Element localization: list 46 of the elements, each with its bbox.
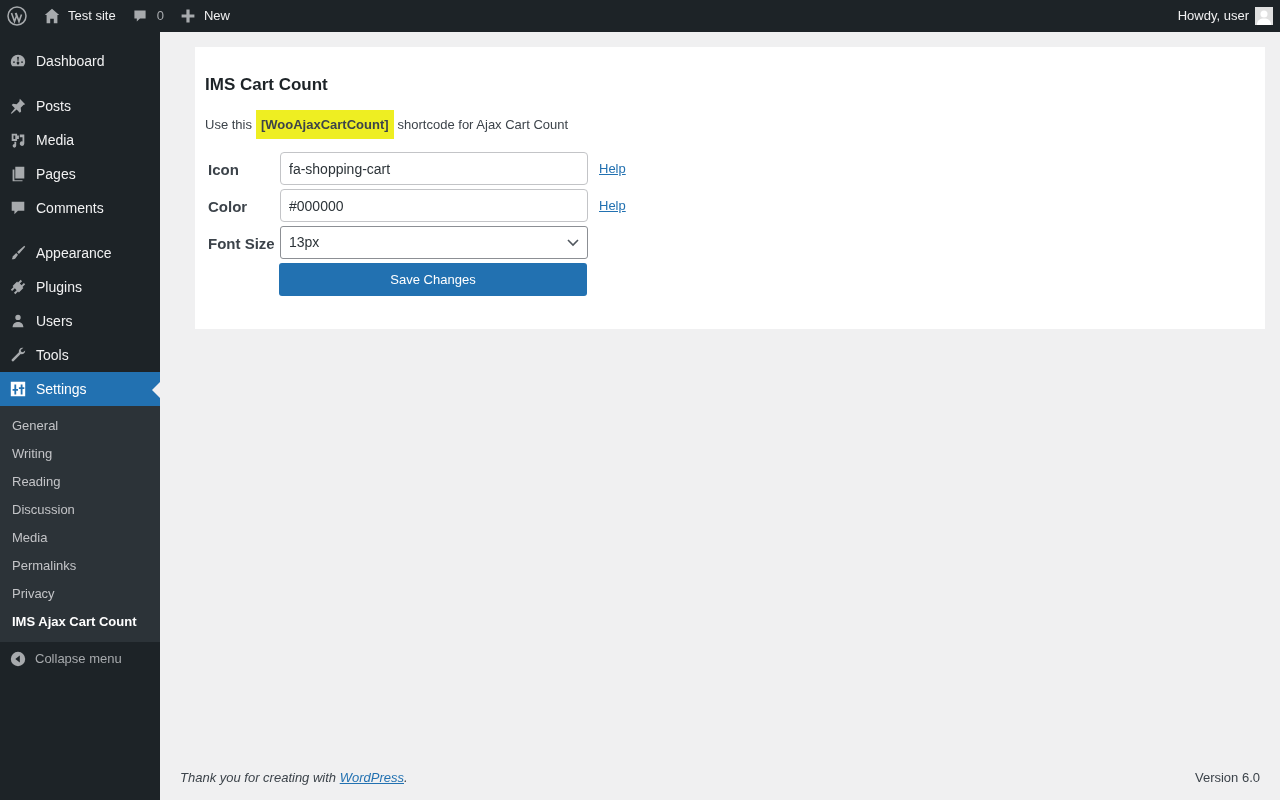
account-link[interactable]: Howdy, user <box>1177 6 1273 26</box>
submenu-item[interactable]: General <box>0 412 160 440</box>
field-label: Color <box>207 197 249 218</box>
text-input[interactable]: #000000 <box>280 189 588 222</box>
site-link[interactable]: Test site <box>43 6 116 26</box>
plus-icon <box>179 8 196 24</box>
help-link[interactable]: Help <box>599 195 626 216</box>
help-link[interactable]: Help <box>599 158 626 179</box>
page-title: IMS Cart Count <box>205 74 329 96</box>
chevron-down-icon <box>567 238 579 247</box>
shortcode-highlight: [WooAjaxCartCount] <box>255 109 394 139</box>
footer-text: Thank you for creating with WordPress. <box>180 768 408 787</box>
submenu-item[interactable]: Discussion <box>0 496 160 524</box>
submenu-item[interactable]: Reading <box>0 468 160 496</box>
text-input[interactable]: fa-shopping-cart <box>280 152 588 185</box>
comment-icon <box>131 8 148 24</box>
menu-item[interactable]: Posts <box>0 89 160 123</box>
comments-link[interactable]: 0 <box>131 6 164 26</box>
menu-item[interactable]: Dashboard <box>0 44 160 78</box>
intro-text: shortcode for Ajax Cart Count <box>397 115 569 134</box>
wordpress-logo-icon[interactable] <box>7 6 27 26</box>
menu-item[interactable]: Pages <box>0 157 160 191</box>
avatar-icon <box>1255 7 1273 25</box>
menu-item[interactable]: Media <box>0 123 160 157</box>
collapse-icon <box>9 650 27 668</box>
collapse-menu-button[interactable]: Collapse menu <box>0 642 160 676</box>
wordpress-link[interactable]: WordPress <box>339 769 404 785</box>
version-text: Version 6.0 <box>1194 768 1260 787</box>
menu-item[interactable]: Users <box>0 304 160 338</box>
menu-item[interactable]: Plugins <box>0 270 160 304</box>
save-changes-button[interactable]: Save Changes <box>279 263 587 296</box>
submenu-item[interactable]: IMS Ajax Cart Count <box>0 608 160 636</box>
submenu-item[interactable]: Media <box>0 524 160 552</box>
menu-item[interactable]: Settings <box>0 372 160 406</box>
submenu-item[interactable]: Privacy <box>0 580 160 608</box>
home-icon <box>43 7 61 25</box>
submenu-item[interactable]: Writing <box>0 440 160 468</box>
submenu-item[interactable]: Permalinks <box>0 552 160 580</box>
menu-item[interactable]: Comments <box>0 191 160 225</box>
new-link[interactable]: New <box>179 6 230 26</box>
intro-text: Use this <box>205 115 252 134</box>
menu-item[interactable]: Appearance <box>0 236 160 270</box>
select-field[interactable]: 13px <box>280 226 588 259</box>
menu-item[interactable]: Tools <box>0 338 160 372</box>
field-label: Font Size <box>207 234 276 255</box>
field-label: Icon <box>207 160 240 181</box>
